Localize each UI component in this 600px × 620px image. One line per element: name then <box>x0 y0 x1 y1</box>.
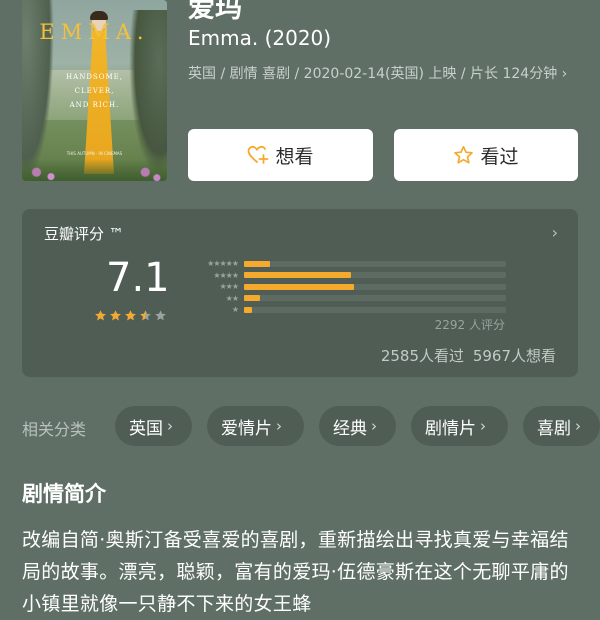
poster-small-text: THIS AUTUMN · IN CINEMAS <box>66 151 123 156</box>
rating-distribution: ★★★★★ ★★★★ ★★★ ★★ ★ <box>184 258 506 316</box>
star-rating <box>94 309 167 322</box>
distribution-track <box>244 272 506 279</box>
rating-card[interactable]: 豆瓣评分 ™ › 7.1 ★★★★★ ★★★★ ★★★ ★★ ★ 2292 人评分 25… <box>22 209 578 377</box>
distribution-row: ★★★★ <box>184 270 506 282</box>
category-chip-label: 爱情片 <box>221 418 272 439</box>
distribution-row: ★★★★★ <box>184 258 506 270</box>
related-categories-label: 相关分类 <box>22 420 87 439</box>
star-icon <box>95 310 106 321</box>
distribution-bar <box>244 272 352 279</box>
seen-label: 看过 <box>480 145 519 168</box>
chevron-right-icon: › <box>551 223 558 242</box>
chevron-right-icon: › <box>276 417 282 435</box>
star-icon <box>110 310 121 321</box>
chevron-right-icon: › <box>371 417 377 435</box>
category-chip-label: 喜剧 <box>537 418 571 439</box>
distribution-track <box>244 306 506 313</box>
chevron-right-icon: › <box>167 417 173 435</box>
category-chip[interactable]: 爱情片 › <box>207 406 304 446</box>
star-icon <box>140 310 151 321</box>
distribution-track <box>244 283 506 290</box>
category-chip-label: 剧情片 <box>425 418 476 439</box>
movie-title: 爱玛 <box>188 0 242 24</box>
movie-meta-info[interactable]: 英国 / 剧情 喜剧 / 2020-02-14(英国) 上映 / 片长 124分… <box>188 64 568 85</box>
distribution-bar <box>244 283 355 290</box>
distribution-row: ★★★ <box>184 281 506 293</box>
category-chip-label: 英国 <box>129 418 163 439</box>
category-chip[interactable]: 剧情片 › <box>411 406 508 446</box>
want-to-watch-button[interactable]: 想看 <box>188 129 373 181</box>
want-label: 想看 <box>275 145 314 168</box>
watched-count: 2585人看过 <box>380 347 465 365</box>
distribution-star-label: ★★★ <box>219 282 239 292</box>
chevron-right-icon: › <box>480 417 486 435</box>
category-chip-label: 经典 <box>333 418 367 439</box>
distribution-bar <box>244 295 260 302</box>
poster-tagline: HANDSOME, CLEVER, AND RICH. <box>66 73 123 109</box>
distribution-track <box>244 260 506 267</box>
rating-count: 2292 人评分 <box>434 318 505 332</box>
chevron-right-icon: › <box>575 417 581 435</box>
distribution-track <box>244 295 506 302</box>
watched-button[interactable]: 看过 <box>394 129 578 181</box>
distribution-star-label: ★★★★ <box>213 270 239 280</box>
category-chip[interactable]: 英国 › <box>115 406 192 446</box>
meta-text: 英国 / 剧情 喜剧 / 2020-02-14(英国) 上映 / 片长 124分… <box>188 66 558 82</box>
rating-label: 豆瓣评分 ™ <box>44 225 124 243</box>
rating-score: 7.1 <box>106 255 170 301</box>
star-icon <box>155 310 166 321</box>
poster-title: EMMA. <box>39 20 150 44</box>
distribution-star-label: ★★★★★ <box>207 259 239 269</box>
star-outline-icon <box>454 145 474 164</box>
chevron-right-icon: › <box>561 66 568 82</box>
distribution-bar <box>244 260 271 267</box>
original-title: Emma. (2020) <box>188 26 332 50</box>
want-count: 5967人想看 <box>472 347 556 365</box>
distribution-star-label: ★ <box>231 305 239 315</box>
distribution-row: ★★ <box>184 293 506 305</box>
distribution-bar <box>244 306 252 313</box>
heart-plus-icon <box>248 145 269 164</box>
distribution-star-label: ★★ <box>225 293 239 303</box>
poster-flowers <box>22 159 167 181</box>
star-icon <box>125 310 136 321</box>
movie-poster[interactable]: EMMA. HANDSOME, CLEVER, AND RICH. THIS A… <box>22 0 167 181</box>
synopsis-heading: 剧情简介 <box>22 482 106 506</box>
category-chip[interactable]: 经典 › <box>319 406 396 446</box>
distribution-row: ★ <box>184 304 506 316</box>
synopsis-text: 改编自简·奥斯汀备受喜爱的喜剧，重新描绘出寻找真爱与幸福结局的故事。漂亮，聪颖，… <box>22 529 569 615</box>
category-chip[interactable]: 喜剧 › <box>523 406 600 446</box>
watch-counts: 2585人看过 5967人想看 <box>381 345 556 366</box>
